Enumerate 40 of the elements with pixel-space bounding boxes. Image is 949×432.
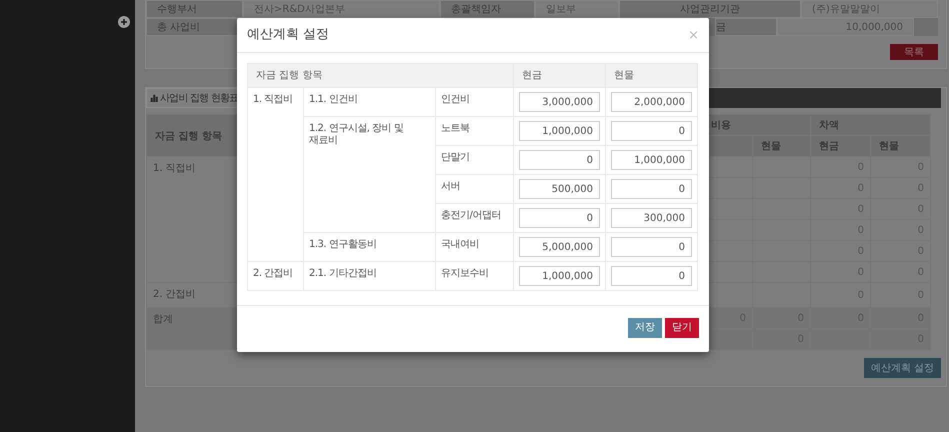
item-cell: 노트북 xyxy=(436,116,514,146)
subcategory-cell: 1.3. 연구활동비 xyxy=(304,232,436,262)
item-cell: 인건비 xyxy=(436,88,514,116)
subcategory-cell: 2.1. 기타간접비 xyxy=(304,262,436,290)
goods-input[interactable]: 0 xyxy=(611,237,692,257)
cash-input[interactable]: 0 xyxy=(519,150,600,170)
bar-chart-icon xyxy=(150,94,158,102)
column-header: 현물 xyxy=(606,64,698,88)
cash-input[interactable]: 3,000,000 xyxy=(519,92,600,112)
item-cell: 단말기 xyxy=(436,146,514,174)
column-header: 자금 집행 항목 xyxy=(248,64,514,88)
list-button[interactable]: 목록 xyxy=(890,44,938,60)
cash-input[interactable]: 1,000,000 xyxy=(519,266,600,286)
goods-input[interactable]: 1,000,000 xyxy=(611,150,692,170)
column-header: 현금 xyxy=(514,64,606,88)
cash-input[interactable]: 500,000 xyxy=(519,179,600,199)
category-cell: 1. 직접비 xyxy=(248,88,304,262)
item-cell: 충전기/어댑터 xyxy=(436,204,514,232)
add-circle-icon[interactable] xyxy=(118,16,130,28)
goods-input[interactable]: 0 xyxy=(611,121,692,141)
subcategory-cell: 1.1. 인건비 xyxy=(304,88,436,116)
goods-input[interactable]: 300,000 xyxy=(611,208,692,228)
item-cell: 유지보수비 xyxy=(436,262,514,290)
tab-label: 사업비 집행 현황표 xyxy=(160,92,238,105)
goods-input[interactable]: 0 xyxy=(611,266,692,286)
row-label: 2. 간접비 xyxy=(146,282,238,308)
close-button[interactable]: 닫기 xyxy=(665,318,699,338)
item-cell: 국내여비 xyxy=(436,232,514,262)
row-label: 합계 xyxy=(146,308,238,350)
subcategory-cell: 1.2. 연구시설, 장비 및 재료비 xyxy=(304,116,436,232)
goods-input[interactable]: 2,000,000 xyxy=(611,92,692,112)
dialog-title: 예산계획 설정 xyxy=(247,29,330,41)
goods-input[interactable]: 0 xyxy=(611,179,692,199)
cash-input[interactable]: 0 xyxy=(519,208,600,228)
item-cell: 서버 xyxy=(436,174,514,204)
row-label: 1. 직접비 xyxy=(146,156,238,282)
save-button[interactable]: 저장 xyxy=(628,318,662,338)
cash-input[interactable]: 5,000,000 xyxy=(519,237,600,257)
cash-input[interactable]: 1,000,000 xyxy=(519,121,600,141)
category-cell: 2. 간접비 xyxy=(248,262,304,290)
